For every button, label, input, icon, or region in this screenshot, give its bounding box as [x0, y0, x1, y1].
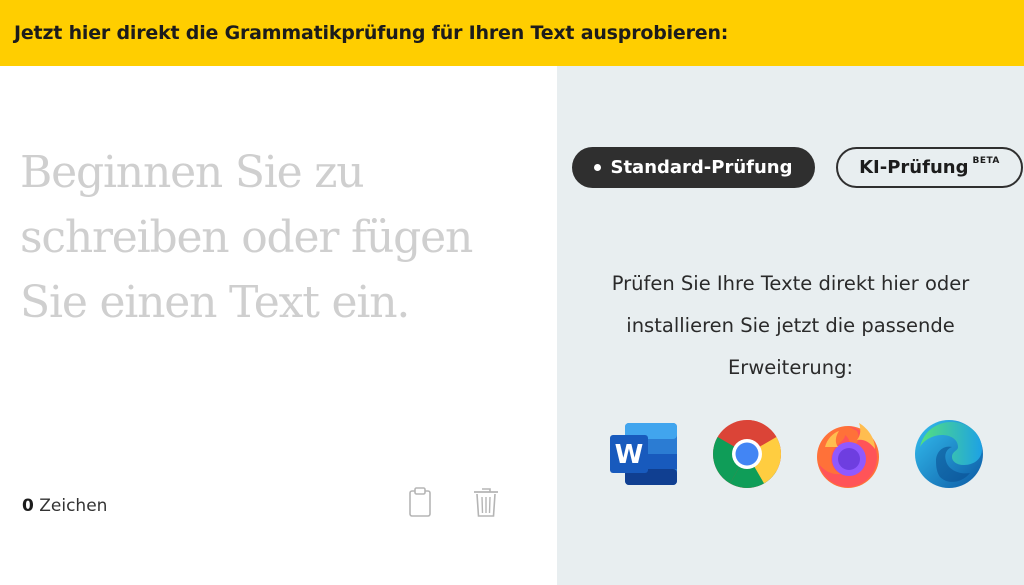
beta-badge: BETA — [972, 155, 1000, 166]
word-icon[interactable]: W — [607, 417, 681, 491]
placeholder-line-3: Sie einen Text ein. — [20, 277, 410, 328]
ai-check-label: KI-Prüfung — [859, 157, 969, 178]
character-count-value: 0 — [22, 496, 34, 516]
placeholder-line-1: Beginnen Sie zu — [20, 147, 365, 198]
firefox-icon[interactable] — [811, 417, 885, 491]
trash-icon[interactable] — [472, 486, 500, 518]
placeholder-line-2: schreiben oder fügen — [20, 212, 473, 263]
editor-placeholder[interactable]: Beginnen Sie zu schreiben oder fügen Sie… — [20, 140, 540, 335]
extension-description: Prüfen Sie Ihre Texte direkt hier oder i… — [611, 272, 970, 379]
svg-text:W: W — [615, 440, 644, 470]
clipboard-icon[interactable] — [407, 486, 433, 518]
top-banner: Jetzt hier direkt die Grammatikprüfung f… — [0, 0, 1024, 66]
character-count-label: Zeichen — [39, 496, 108, 516]
standard-check-label: Standard-Prüfung — [610, 157, 793, 178]
active-dot-icon — [594, 164, 602, 171]
character-counter: 0 Zeichen — [22, 496, 107, 516]
edge-icon[interactable] — [912, 417, 986, 491]
banner-text: Jetzt hier direkt die Grammatikprüfung f… — [14, 22, 729, 44]
standard-check-button[interactable]: Standard-Prüfung — [572, 147, 815, 188]
side-panel: Standard-Prüfung KI-Prüfung BETA Prüfen … — [557, 66, 1024, 585]
ai-check-button[interactable]: KI-Prüfung BETA — [836, 147, 1023, 188]
text-editor[interactable]: Beginnen Sie zu schreiben oder fügen Sie… — [0, 66, 557, 585]
chrome-icon[interactable] — [710, 417, 784, 491]
